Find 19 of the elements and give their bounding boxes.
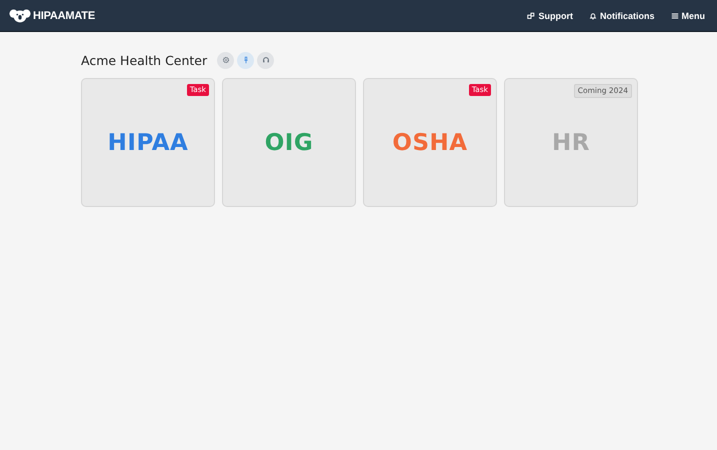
koala-logo-icon: [9, 8, 31, 23]
headset-icon: [262, 56, 270, 64]
bell-icon: [588, 12, 597, 20]
support-button[interactable]: [257, 52, 274, 68]
module-label: OSHA: [392, 130, 468, 156]
gear-icon: [222, 56, 230, 64]
page-title: Acme Health Center: [81, 52, 208, 68]
module-label: OIG: [264, 130, 314, 156]
logo-text: HIPAAMATE: [33, 10, 95, 22]
settings-button[interactable]: [217, 52, 234, 68]
module-label: HR: [552, 130, 590, 156]
pin-icon: [242, 56, 250, 64]
squares-icon: [527, 12, 536, 20]
nav-link[interactable]: Menu: [670, 10, 705, 20]
pin-button[interactable]: [237, 52, 254, 68]
nav-link[interactable]: Support: [527, 10, 573, 20]
nav-link[interactable]: Notifications: [588, 10, 654, 20]
module-label: HIPAA: [108, 130, 188, 156]
menu-icon: [670, 12, 678, 20]
